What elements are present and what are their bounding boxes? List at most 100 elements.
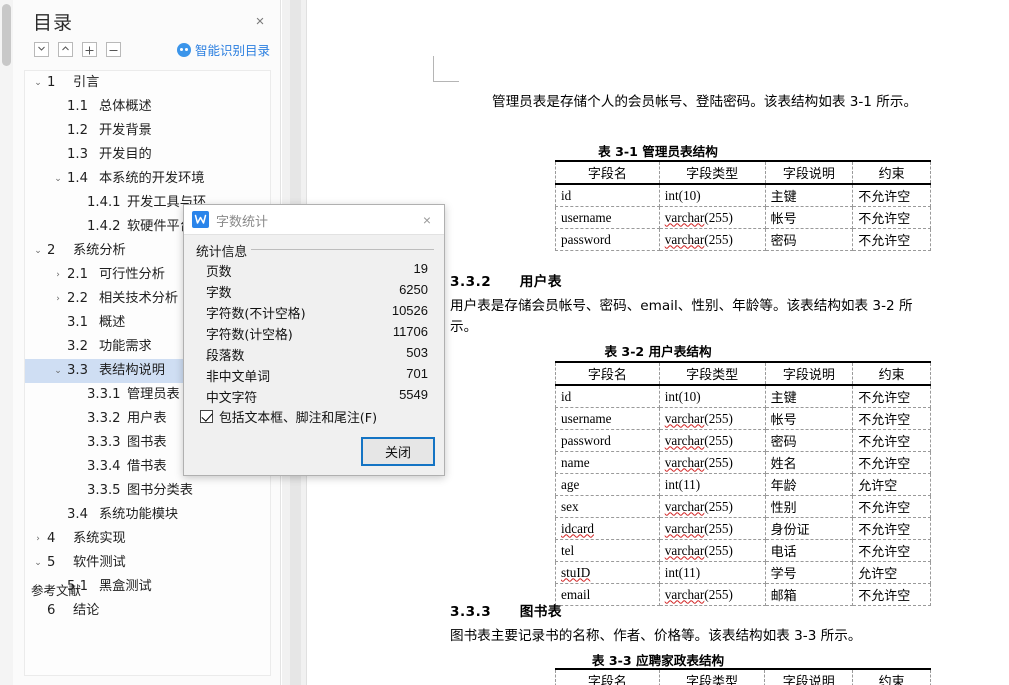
toc-item-1-1[interactable]: 1.1 总体概述: [25, 95, 270, 119]
chevron-up-icon[interactable]: [58, 42, 73, 57]
stat-row: 字符数(不计空格) 10526: [206, 303, 428, 324]
table-cell: password: [555, 429, 660, 452]
column-header: 字段类型: [658, 668, 766, 685]
stat-value: 10526: [391, 303, 428, 318]
book-table: 字段名 字段类型 字段说明 约束: [555, 668, 931, 685]
table-cell: varchar(255): [658, 583, 766, 606]
toc-item-label: 开发目的: [99, 147, 152, 162]
close-icon[interactable]: ×: [251, 13, 269, 31]
toc-item-number: 2.2: [67, 291, 88, 306]
toc-item-label: 本系统的开发环境: [99, 171, 205, 186]
toc-item-1-3[interactable]: 1.3 开发目的: [25, 143, 270, 167]
table-cell: stuID: [555, 561, 660, 584]
chevron-right-icon[interactable]: ›: [52, 263, 64, 287]
app-left-scrollbar[interactable]: [0, 0, 13, 685]
word-count-dialog[interactable]: 字数统计 × 统计信息 页数 19 字数 6250 字符数(不计空格) 10526 字符数(…: [183, 204, 445, 476]
toc-item-number: 1.4: [67, 171, 88, 186]
toc-item-4[interactable]: › 4 系统实现: [25, 527, 270, 551]
user-table-paragraph-cont: 示。: [450, 319, 478, 335]
table-cell: 电话: [764, 539, 854, 562]
toc-item-label: 系统功能模块: [99, 507, 179, 522]
toc-item-1[interactable]: ⌄ 1 引言: [25, 71, 270, 95]
stat-label: 字符数(不计空格): [206, 307, 306, 322]
chevron-down-icon[interactable]: ⌄: [52, 359, 64, 383]
toc-item-number: 2.1: [67, 267, 88, 282]
column-header: 字段说明: [764, 668, 854, 685]
toc-item-number: 5: [47, 555, 56, 570]
dialog-close-icon[interactable]: ×: [419, 212, 435, 228]
table-cell: 密码: [764, 228, 854, 251]
app-window: 目录 × 智能识别目录 ⌄ 1 引言 1.1 总体概述 1.2 开发背景 1.3 开发目的 ⌄ 1.…: [0, 0, 1009, 685]
table-cell: 不允许空: [852, 517, 931, 540]
table-header-row: 字段名 字段类型 字段说明 约束: [555, 160, 931, 185]
toc-item-number: 1.1: [67, 99, 88, 114]
stat-label: 页数: [206, 265, 232, 280]
table-cell: password: [555, 228, 660, 251]
table-cell: varchar(255): [658, 451, 766, 474]
table-cell: username: [555, 407, 660, 430]
stat-value: 701: [406, 366, 428, 381]
table-cell: email: [555, 583, 660, 606]
toc-item-1-4[interactable]: ⌄ 1.4 本系统的开发环境: [25, 167, 270, 191]
toc-item-5[interactable]: ⌄ 5 软件测试: [25, 551, 270, 575]
table-row: username varchar(255) 帐号 不允许空: [555, 206, 931, 229]
close-button[interactable]: 关闭: [361, 437, 435, 466]
toc-item-1-2[interactable]: 1.2 开发背景: [25, 119, 270, 143]
chevron-right-icon[interactable]: ›: [32, 527, 44, 551]
toc-item-number: 3.2: [67, 339, 88, 354]
table-cell: username: [555, 206, 660, 229]
table-cell: 不允许空: [852, 451, 931, 474]
stat-value: 19: [413, 261, 428, 276]
toc-item-label: 开发背景: [99, 123, 152, 138]
chevron-down-icon[interactable]: ⌄: [32, 239, 44, 263]
chevron-down-icon[interactable]: [34, 42, 49, 57]
checkbox-icon[interactable]: [200, 410, 213, 423]
toc-references-item[interactable]: 参考文献: [31, 580, 81, 599]
table-cell: 主键: [764, 384, 854, 408]
toc-item-number: 3.1: [67, 315, 88, 330]
table-3-3-caption: 表 3-3 应聘家政表结构: [591, 653, 725, 668]
section-3-3-3-number: 3.3.3: [450, 604, 492, 620]
smart-toc-button[interactable]: 智能识别目录: [176, 40, 270, 59]
section-3-3-3-title: 图书表: [519, 604, 562, 620]
toc-item-6[interactable]: 6 结论: [25, 599, 270, 623]
table-row: age int(11) 年龄 允许空: [555, 473, 931, 496]
stat-value: 503: [406, 345, 428, 360]
chevron-down-icon[interactable]: ⌄: [52, 167, 64, 191]
toc-item-label: 用户表: [127, 411, 167, 426]
table-cell: 不允许空: [852, 539, 931, 562]
section-3-3-2-heading: 3.3.2 用户表: [450, 270, 562, 290]
toc-item-number: 6: [47, 603, 56, 618]
table-cell: 不允许空: [852, 495, 931, 518]
table-row: tel varchar(255) 电话 不允许空: [555, 539, 931, 562]
app-left-scrollbar-thumb[interactable]: [2, 4, 11, 66]
toc-item-3-3-5[interactable]: 3.3.5 图书分类表: [25, 479, 270, 503]
column-header: 约束: [852, 361, 931, 386]
table-cell: 姓名: [764, 451, 854, 474]
include-textboxes-label: 包括文本框、脚注和尾注(F): [219, 411, 378, 426]
smart-toc-icon: [176, 42, 191, 57]
table-cell: 不允许空: [852, 206, 931, 229]
minus-icon[interactable]: [106, 42, 121, 57]
column-header: 约束: [852, 160, 931, 185]
user-table: 字段名 字段类型 字段说明 约束 id int(10) 主键 不允许空 username varc…: [555, 361, 931, 606]
toc-item-label: 概述: [99, 315, 126, 330]
plus-icon[interactable]: [82, 42, 97, 57]
chevron-down-icon[interactable]: ⌄: [32, 71, 44, 95]
table-cell: 学号: [764, 561, 854, 584]
column-header: 字段类型: [658, 361, 766, 386]
chevron-down-icon[interactable]: ⌄: [32, 551, 44, 575]
include-textboxes-checkbox[interactable]: 包括文本框、脚注和尾注(F): [200, 407, 377, 426]
toc-item-3-4[interactable]: 3.4 系统功能模块: [25, 503, 270, 527]
table-cell: name: [555, 451, 660, 474]
toc-toolbar: 智能识别目录: [13, 42, 281, 66]
toc-item-number: 3.3.1: [87, 387, 121, 402]
dialog-titlebar[interactable]: 字数统计 ×: [184, 205, 444, 235]
table-cell: 邮箱: [764, 583, 854, 606]
chevron-right-icon[interactable]: ›: [52, 287, 64, 311]
stat-row: 段落数 503: [206, 345, 428, 366]
book-table-paragraph: 图书表主要记录书的名称、作者、价格等。该表结构如表 3-3 所示。: [450, 628, 862, 644]
table-cell: 密码: [764, 429, 854, 452]
table-cell: 不允许空: [852, 183, 931, 207]
stat-label: 中文字符: [206, 391, 258, 406]
